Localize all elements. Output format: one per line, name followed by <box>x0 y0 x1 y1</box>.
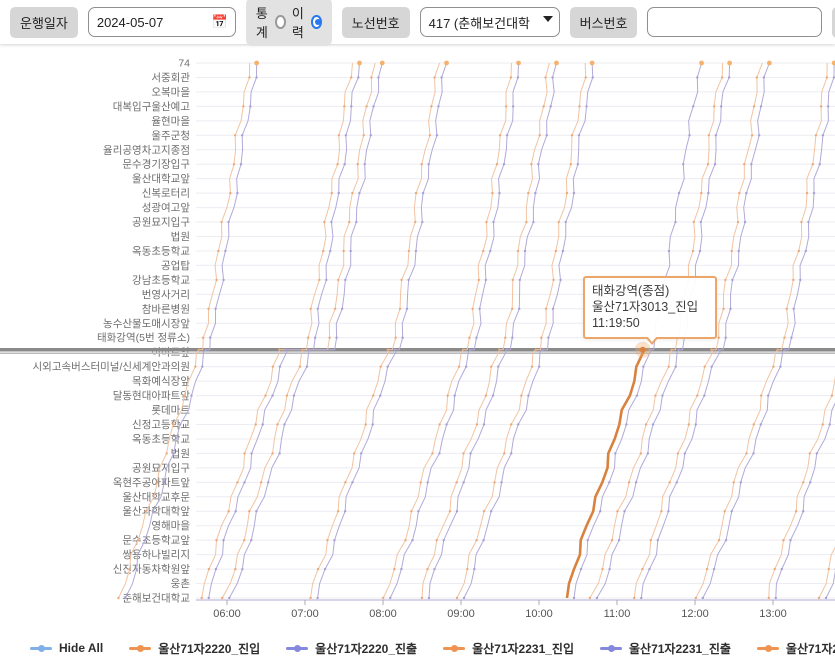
bus-number-input[interactable] <box>647 7 822 37</box>
bus-history-app: 운행일자 📅 통계 이력 노선번호 417 (춘해보건대학 버스번호 버전ID … <box>0 0 835 663</box>
station-label: 롯데마트 <box>151 405 190 417</box>
station-label: 울주군청 <box>151 130 190 142</box>
x-tick-label: 13:00 <box>759 608 787 620</box>
legend-marker-icon <box>30 647 52 650</box>
radio-history-label: 이력 <box>292 3 308 41</box>
chart-legend: Hide All 울산71자2220_진입 울산71자2220_진출 울산71자223… <box>0 637 835 659</box>
station-label: 목화예식장앞 <box>132 375 190 388</box>
x-tick-label: 07:00 <box>291 608 319 620</box>
legend-item-hide-all[interactable]: Hide All <box>30 641 103 655</box>
tooltip-time: 11:19:50 <box>592 315 708 331</box>
legend-label: 울산71자2220_진입 <box>158 640 260 657</box>
legend-marker-icon <box>600 647 622 650</box>
radio-statistics-circle[interactable] <box>275 15 285 29</box>
legend-label: 울산71자2220_진출 <box>315 640 417 657</box>
legend-marker-icon <box>443 647 465 650</box>
station-label: 참바른병원 <box>142 303 190 315</box>
tooltip-bus: 울산71자3013_진입 <box>592 299 708 315</box>
radio-statistics-label: 통계 <box>256 3 272 41</box>
legend-label: 울산71자2273_진입 <box>786 640 835 657</box>
legend-marker-icon <box>286 647 308 650</box>
x-tick-label: 06:00 <box>213 608 241 620</box>
station-label: 달동현대아파트앞 <box>113 390 191 402</box>
x-tick-label: 09:00 <box>447 608 475 620</box>
chart-tooltip: 태화강역(종점) 울산71자3013_진입 11:19:50 <box>583 276 717 339</box>
station-label: 태화강역(5번 정류소) <box>97 332 190 344</box>
station-label: 신복로터리 <box>142 188 190 200</box>
station-label: 공원묘지입구 <box>132 461 190 474</box>
station-label: 오복마을 <box>151 86 190 98</box>
station-label: 시외고속버스터미널/신세계안과의원 <box>33 361 190 373</box>
x-tick-label: 08:00 <box>369 608 397 620</box>
date-label: 운행일자 <box>10 7 78 38</box>
calendar-icon[interactable]: 📅 <box>212 14 228 30</box>
route-label: 노선번호 <box>342 7 410 38</box>
legend-label: Hide All <box>59 641 103 655</box>
legend-item-울산71자2231_진입[interactable]: 울산71자2231_진입 <box>443 640 574 657</box>
date-field-wrap: 📅 <box>88 7 236 37</box>
radio-history-circle[interactable] <box>311 15 321 29</box>
legend-item-울산71자2220_진입[interactable]: 울산71자2220_진입 <box>129 640 260 657</box>
station-label: 쌍용하나빌리지 <box>122 548 190 561</box>
station-label: 영해마을 <box>151 519 190 532</box>
station-label: 옥현주공아파트앞 <box>113 477 191 489</box>
legend-item-울산71자2220_진출[interactable]: 울산71자2220_진출 <box>286 640 417 657</box>
toolbar: 운행일자 📅 통계 이력 노선번호 417 (춘해보건대학 버스번호 버전ID <box>0 0 835 44</box>
station-label: 신진자동차학원앞 <box>113 564 191 576</box>
station-label: 법원 <box>171 231 190 243</box>
station-label: 율리공영차고지종점 <box>103 144 190 156</box>
tooltip-station: 태화강역(종점) <box>592 283 708 299</box>
chevron-down-icon <box>543 16 553 22</box>
station-label: 문수초등학교앞 <box>122 535 190 547</box>
station-label: 울산대학교후문 <box>122 491 190 503</box>
route-select-wrap: 417 (춘해보건대학 <box>420 7 560 37</box>
station-label: 율현마을 <box>151 115 190 127</box>
station-label: 문수경기장입구 <box>122 158 190 171</box>
station-label: 대복입구울산예고 <box>113 100 191 113</box>
station-label: 울산과학대학앞 <box>122 506 190 518</box>
station-label: 농수산물도매시장앞 <box>103 318 190 330</box>
x-tick-label: 11:00 <box>604 608 631 620</box>
station-label: 서중회관 <box>151 72 190 84</box>
legend-label: 울산71자2231_진입 <box>472 640 574 657</box>
station-label: 번영사거리 <box>142 289 190 301</box>
station-label: 옥동초등학교 <box>132 433 190 445</box>
x-tick-label: 10:00 <box>525 608 553 620</box>
x-tick-label: 12:00 <box>681 608 709 620</box>
legend-item-울산71자2273_진입[interactable]: 울산71자2273_진입 <box>757 640 835 657</box>
station-label: 강남초등학교 <box>132 274 190 286</box>
station-label: 공업탑 <box>161 259 190 272</box>
station-label: 옥동초등학교 <box>132 245 190 257</box>
station-label: 74 <box>178 58 190 70</box>
station-label: 공원묘지입구 <box>132 216 190 229</box>
station-label: 울산대학교앞 <box>132 173 190 185</box>
station-label: 춘해보건대학교 <box>122 592 190 605</box>
legend-label: 울산71자2231_진출 <box>629 640 731 657</box>
radio-statistics[interactable]: 통계 <box>256 3 286 41</box>
highlighted-data-point[interactable] <box>640 347 646 353</box>
legend-marker-icon <box>129 647 151 650</box>
mode-radio-group: 통계 이력 <box>246 0 332 46</box>
legend-item-울산71자2231_진출[interactable]: 울산71자2231_진출 <box>600 640 731 657</box>
radio-history[interactable]: 이력 <box>292 3 322 41</box>
station-label: 웅촌 <box>171 578 191 590</box>
route-select[interactable]: 417 (춘해보건대학 <box>420 7 560 37</box>
station-label: 성광여고앞 <box>142 202 191 214</box>
bus-number-label: 버스번호 <box>570 7 638 38</box>
legend-marker-icon <box>757 647 779 650</box>
station-label: 신정고등학교 <box>132 419 190 431</box>
